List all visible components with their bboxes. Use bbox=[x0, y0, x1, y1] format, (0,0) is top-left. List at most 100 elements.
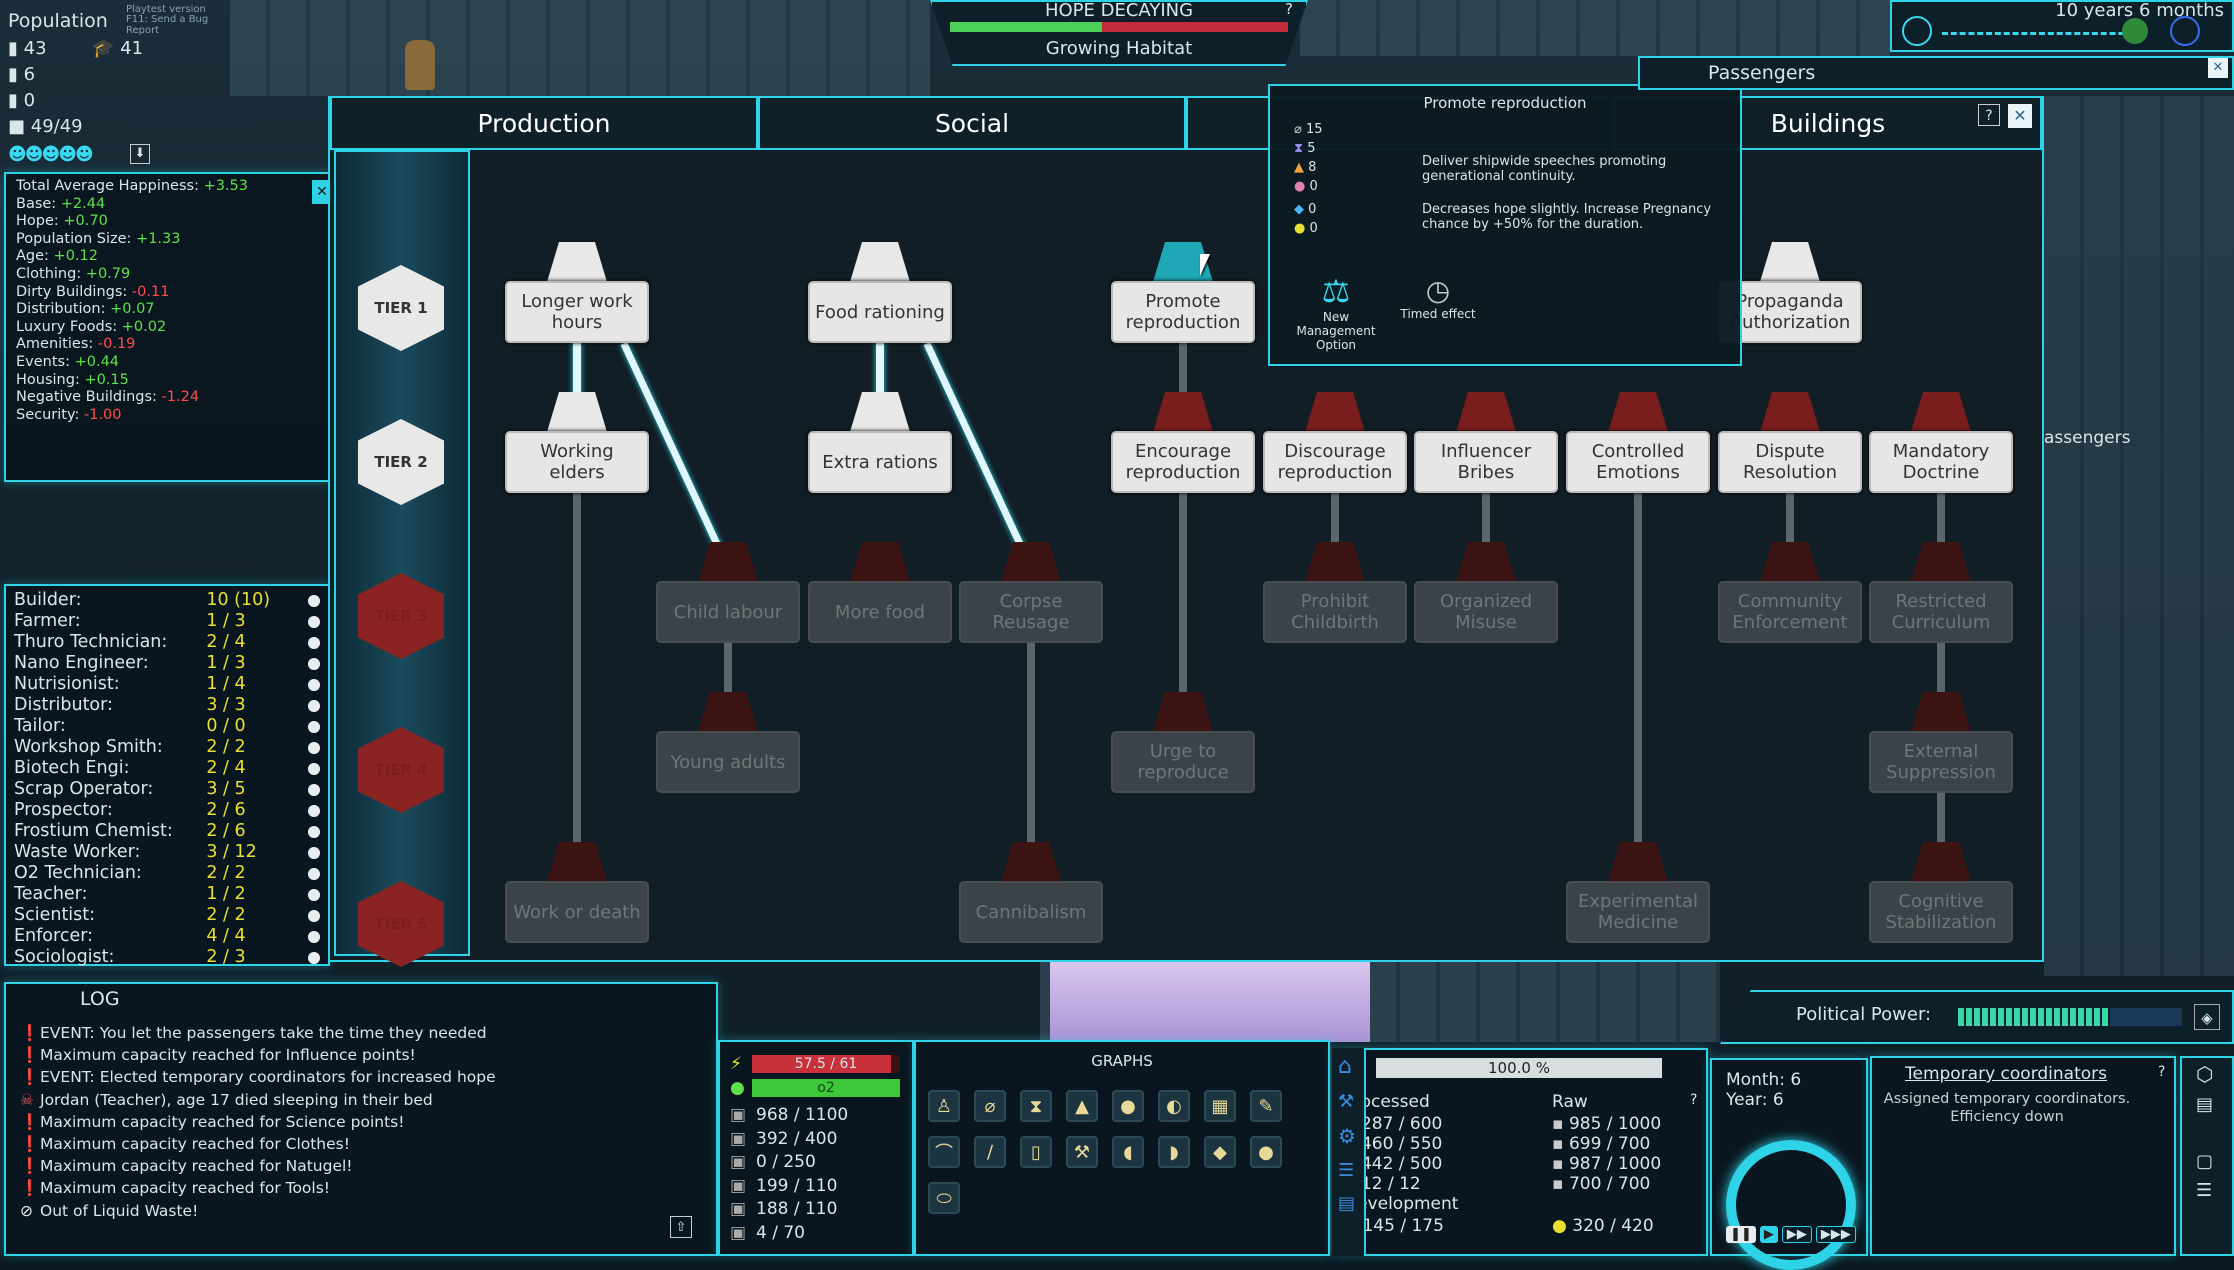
policy-node-influencer-bribes[interactable]: Influencer Bribes bbox=[1414, 431, 1558, 493]
policy-node-food-rationing[interactable]: Food rationing bbox=[808, 281, 952, 343]
notice-help-icon[interactable]: ? bbox=[2158, 1064, 2165, 1080]
policy-node-prohibit-childbirth[interactable]: Prohibit Childbirth bbox=[1263, 581, 1407, 643]
policy-node-community-enforcement[interactable]: Community Enforcement bbox=[1718, 581, 1862, 643]
log-scroll-up-icon[interactable]: ⇧ bbox=[670, 1216, 692, 1238]
tab-social[interactable]: Social bbox=[758, 96, 1186, 150]
remove-worker-icon[interactable] bbox=[308, 594, 320, 607]
job-row[interactable]: Nutrisionist: 1 / 4 bbox=[14, 674, 320, 695]
list-icon[interactable]: ☰ bbox=[1332, 1154, 1364, 1187]
passengers-close-icon[interactable]: ✕ bbox=[2208, 58, 2228, 78]
policy-node-dispute-resolution[interactable]: Dispute Resolution bbox=[1718, 431, 1862, 493]
chat-icon[interactable]: ▢ bbox=[2182, 1119, 2232, 1176]
person-graph-icon[interactable]: ● bbox=[1112, 1090, 1144, 1122]
cube-icon[interactable]: ⬡ bbox=[2182, 1058, 2232, 1090]
policy-node-cognitive-stabilization[interactable]: Cognitive Stabilization bbox=[1869, 881, 2013, 943]
hammer-icon[interactable]: ⚒ bbox=[1332, 1085, 1364, 1118]
policy-node-longer-work[interactable]: Longer work hours bbox=[505, 281, 649, 343]
event-icon[interactable] bbox=[2122, 18, 2148, 44]
cloth-graph-icon[interactable]: ▯ bbox=[1020, 1136, 1052, 1168]
play-icon[interactable]: ▶ bbox=[1759, 1226, 1778, 1243]
home-icon[interactable]: ⌂ bbox=[1332, 1048, 1364, 1085]
job-row[interactable]: Distributor: 3 / 3 bbox=[14, 695, 320, 716]
remove-worker-icon[interactable] bbox=[308, 804, 320, 817]
gear-icon[interactable]: ⚙ bbox=[1332, 1118, 1364, 1154]
policy-node-organized-misuse[interactable]: Organized Misuse bbox=[1414, 581, 1558, 643]
policy-node-child-labour[interactable]: Child labour bbox=[656, 581, 800, 643]
hourglass-graph-icon[interactable]: ⧗ bbox=[1020, 1090, 1052, 1122]
policy-node-mandatory-doctrine[interactable]: Mandatory Doctrine bbox=[1869, 431, 2013, 493]
job-row[interactable]: Thuro Technician: 2 / 4 bbox=[14, 632, 320, 653]
policy-node-corpse-reusage[interactable]: Corpse Reusage bbox=[959, 581, 1103, 643]
remove-worker-icon[interactable] bbox=[308, 846, 320, 859]
happiness-faces-icon[interactable]: ☻☻☻☻☻ bbox=[8, 144, 94, 165]
processing-help-icon[interactable]: ? bbox=[1690, 1092, 1697, 1108]
population-graph-icon[interactable]: ♙ bbox=[928, 1090, 960, 1122]
tier-5-badge[interactable]: TIER 5 bbox=[358, 881, 444, 967]
influence-graph-icon[interactable]: ⌀ bbox=[974, 1090, 1006, 1122]
job-row[interactable]: Farmer: 1 / 3 bbox=[14, 611, 320, 632]
speed-icon[interactable] bbox=[1902, 16, 1932, 46]
building-graph-icon[interactable]: ▦ bbox=[1204, 1090, 1236, 1122]
job-row[interactable]: Builder: 10 (10) bbox=[14, 590, 320, 611]
policy-node-extra-rations[interactable]: Extra rations bbox=[808, 431, 952, 493]
policy-node-external-suppression[interactable]: External Suppression bbox=[1869, 731, 2013, 793]
policy-node-working-elders[interactable]: Working elders bbox=[505, 431, 649, 493]
remove-worker-icon[interactable] bbox=[308, 741, 320, 754]
policy-node-cannibalism[interactable]: Cannibalism bbox=[959, 881, 1103, 943]
political-action-icon[interactable]: ◈ bbox=[2194, 1004, 2220, 1030]
tool-graph-icon[interactable]: ⚒ bbox=[1066, 1136, 1098, 1168]
remove-worker-icon[interactable] bbox=[308, 636, 320, 649]
remove-worker-icon[interactable] bbox=[308, 888, 320, 901]
habitat-graph-icon[interactable]: ⌒ bbox=[928, 1136, 960, 1168]
remove-worker-icon[interactable] bbox=[308, 678, 320, 691]
food-graph-icon[interactable]: ◐ bbox=[1158, 1090, 1190, 1122]
science-graph-icon[interactable]: ◆ bbox=[1204, 1136, 1236, 1168]
job-row[interactable]: Workshop Smith: 2 / 2 bbox=[14, 737, 320, 758]
job-row[interactable]: Prospector: 2 / 6 bbox=[14, 800, 320, 821]
remove-worker-icon[interactable] bbox=[308, 825, 320, 838]
colonist-sprite[interactable] bbox=[405, 40, 435, 90]
tree-help-icon[interactable]: ? bbox=[1978, 104, 2000, 126]
policy-node-more-food[interactable]: More food bbox=[808, 581, 952, 643]
remove-worker-icon[interactable] bbox=[308, 930, 320, 943]
job-row[interactable]: Biotech Engi: 2 / 4 bbox=[14, 758, 320, 779]
policy-node-encourage-repro[interactable]: Encourage reproduction bbox=[1111, 431, 1255, 493]
passengers-tab[interactable]: Passengers bbox=[1708, 62, 1815, 84]
job-row[interactable]: Nano Engineer: 1 / 3 bbox=[14, 653, 320, 674]
policy-node-promote-repro[interactable]: Promote reproduction bbox=[1111, 281, 1255, 343]
fast-icon[interactable]: ▶▶ bbox=[1781, 1226, 1812, 1243]
remove-worker-icon[interactable] bbox=[308, 783, 320, 796]
tier-4-badge[interactable]: TIER 4 bbox=[358, 727, 444, 813]
remove-worker-icon[interactable] bbox=[308, 720, 320, 733]
job-row[interactable]: Teacher: 1 / 2 bbox=[14, 884, 320, 905]
policy-node-experimental-medicine[interactable]: Experimental Medicine bbox=[1566, 881, 1710, 943]
tier-2-badge[interactable]: TIER 2 bbox=[358, 419, 444, 505]
pause-icon[interactable]: ❚❚ bbox=[1726, 1226, 1756, 1243]
policy-node-discourage-repro[interactable]: Discourage reproduction bbox=[1263, 431, 1407, 493]
download-icon[interactable]: ⬇ bbox=[130, 144, 150, 164]
remove-worker-icon[interactable] bbox=[308, 951, 320, 964]
remove-worker-icon[interactable] bbox=[308, 867, 320, 880]
leaf-graph-icon[interactable]: ◗ bbox=[1158, 1136, 1190, 1168]
job-row[interactable]: Tailor: 0 / 0 bbox=[14, 716, 320, 737]
chart-icon[interactable]: ▤ bbox=[1332, 1187, 1364, 1220]
remove-worker-icon[interactable] bbox=[308, 699, 320, 712]
job-row[interactable]: Scientist: 2 / 2 bbox=[14, 905, 320, 926]
pill-graph-icon[interactable]: ∕ bbox=[974, 1136, 1006, 1168]
job-row[interactable]: Waste Worker: 3 / 12 bbox=[14, 842, 320, 863]
worker-graph-icon[interactable]: ▲ bbox=[1066, 1090, 1098, 1122]
tier-3-badge[interactable]: TIER 3 bbox=[358, 573, 444, 659]
policy-node-urge-reproduce[interactable]: Urge to reproduce bbox=[1111, 731, 1255, 793]
job-row[interactable]: Frostium Chemist: 2 / 6 bbox=[14, 821, 320, 842]
job-row[interactable]: O2 Technician: 2 / 2 bbox=[14, 863, 320, 884]
target-icon[interactable] bbox=[2170, 16, 2200, 46]
policy-node-work-or-death[interactable]: Work or death bbox=[505, 881, 649, 943]
document-icon[interactable]: ▤ bbox=[2182, 1090, 2232, 1119]
hope-help-icon[interactable]: ? bbox=[1280, 0, 1298, 18]
remove-worker-icon[interactable] bbox=[308, 615, 320, 628]
tier-1-badge[interactable]: TIER 1 bbox=[358, 265, 444, 351]
remove-worker-icon[interactable] bbox=[308, 657, 320, 670]
idea-graph-icon[interactable]: ● bbox=[1250, 1136, 1282, 1168]
plant-graph-icon[interactable]: ✎ bbox=[1250, 1090, 1282, 1122]
tab-production[interactable]: Production bbox=[330, 96, 758, 150]
